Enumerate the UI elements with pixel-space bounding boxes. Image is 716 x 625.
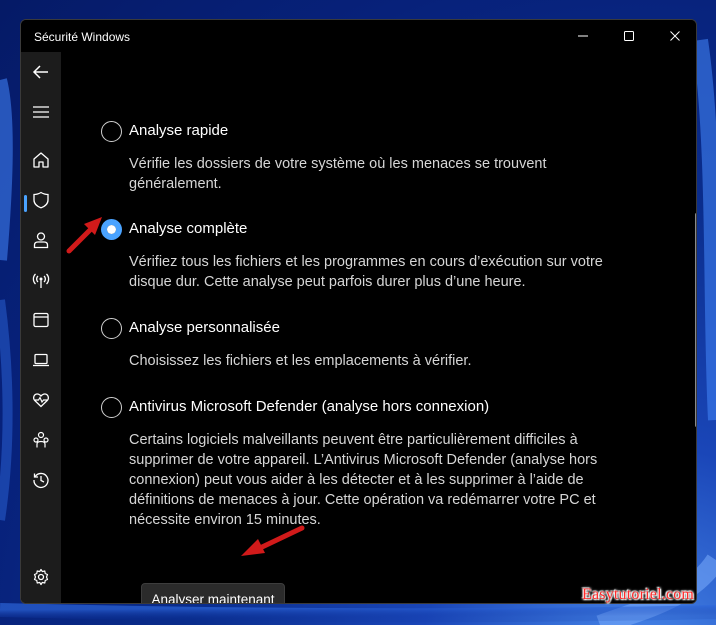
sidebar-item-network[interactable] [21, 262, 61, 298]
minimize-icon [578, 35, 588, 37]
home-icon [33, 152, 49, 168]
sidebar-item-history[interactable] [21, 462, 61, 498]
scrollbar-thumb[interactable] [695, 213, 696, 427]
radio-custom-scan[interactable] [101, 318, 122, 339]
account-icon [33, 232, 49, 249]
shield-icon [33, 191, 49, 209]
annotation-arrow-scan-button [241, 525, 305, 556]
health-icon [33, 393, 49, 408]
menu-icon [33, 106, 49, 118]
maximize-button[interactable] [606, 20, 652, 52]
sidebar-item-app-browser[interactable] [21, 302, 61, 338]
window-title: Sécurité Windows [34, 30, 131, 44]
option-description: Choisissez les fichiers et les emplaceme… [129, 353, 472, 369]
sidebar-item-account[interactable] [21, 222, 61, 258]
option-description: Vérifiez tous les fichiers et les progra… [129, 254, 603, 290]
annotation-arrow-full-scan [66, 217, 102, 254]
active-indicator [24, 195, 27, 212]
close-button[interactable] [652, 20, 696, 52]
watermark-text: Easytutoriel.com [582, 586, 695, 603]
history-icon [33, 472, 49, 489]
radio-quick-scan[interactable] [101, 121, 122, 142]
scan-now-button[interactable]: Analyser maintenant [141, 583, 285, 603]
option-description: Certains logiciels malveillants peuvent … [129, 432, 598, 528]
back-button[interactable] [21, 54, 61, 90]
option-label: Analyse personnalisée [129, 319, 280, 336]
sidebar-nav [21, 52, 61, 603]
option-description: Vérifie les dossiers de votre système où… [129, 156, 547, 192]
close-icon [670, 31, 680, 41]
maximize-icon [624, 31, 634, 41]
security-window: Sécurité Windows Analyse rapide Vérifie … [20, 19, 697, 604]
app-browser-icon [33, 312, 49, 328]
sidebar-item-settings[interactable] [21, 559, 61, 595]
option-label: Antivirus Microsoft Defender (analyse ho… [129, 398, 490, 415]
sidebar-item-family[interactable] [21, 422, 61, 458]
back-arrow-icon [32, 65, 48, 79]
sidebar-item-device-security[interactable] [21, 342, 61, 378]
scan-options-panel: Analyse rapide Vérifie les dossiers de v… [61, 52, 696, 603]
sidebar-item-health[interactable] [21, 382, 61, 418]
minimize-button[interactable] [560, 20, 606, 52]
option-label: Analyse rapide [129, 122, 229, 139]
settings-icon [33, 568, 49, 586]
option-label: Analyse complète [129, 220, 248, 237]
network-icon [32, 273, 50, 288]
family-icon [33, 431, 49, 448]
sidebar-item-virus-protection[interactable] [21, 182, 61, 218]
title-bar: Sécurité Windows [21, 20, 696, 52]
device-security-icon [33, 353, 49, 367]
sidebar-item-home[interactable] [21, 142, 61, 178]
menu-button[interactable] [21, 94, 61, 130]
radio-offline-scan[interactable] [101, 397, 122, 418]
